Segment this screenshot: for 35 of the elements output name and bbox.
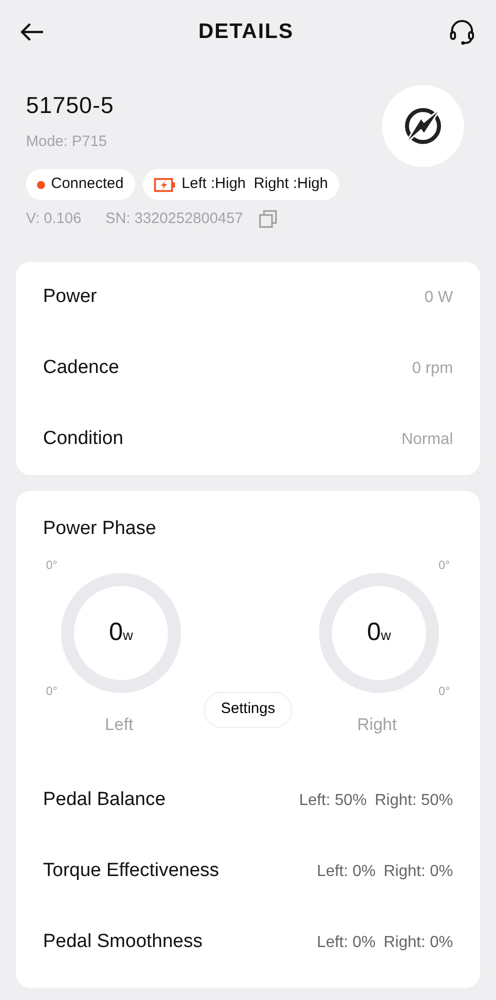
status-badge: Connected: [26, 169, 135, 200]
metric-label: Condition: [43, 427, 124, 452]
settings-button[interactable]: Settings: [204, 692, 292, 728]
metric-value: 0 rpm: [412, 358, 453, 378]
version-text: V: 0.106: [26, 209, 82, 229]
battery-icon: [154, 178, 176, 192]
stat-value: Right: 0%: [384, 932, 453, 952]
stat-value: Right: 0%: [384, 862, 453, 882]
back-icon[interactable]: [20, 22, 44, 42]
stat-label: Pedal Balance: [43, 788, 166, 812]
angle-label: 0°: [438, 682, 450, 700]
section-title: Power Phase: [42, 517, 158, 541]
pedal-label: Left: [104, 714, 134, 736]
pedal-label: Right: [357, 714, 397, 736]
ring-reading: 0w: [366, 620, 391, 645]
stat-value: Left: 0%: [316, 932, 376, 952]
metric-value: 0 W: [424, 288, 453, 308]
headset-icon[interactable]: [448, 18, 476, 46]
metric-value: Normal: [401, 430, 453, 450]
angle-label: 0°: [438, 556, 450, 574]
stat-label: Pedal Smoothness: [43, 930, 202, 954]
serial-number: SN: 3320252800457: [105, 209, 243, 229]
angle-label: 0°: [46, 556, 58, 574]
device-mode: Mode: P715: [26, 132, 108, 152]
metric-label: Power: [43, 285, 97, 310]
stat-value: Left: 0%: [316, 862, 376, 882]
page-title: DETAILS: [198, 19, 294, 46]
battery-badge: Left :High Right :High: [142, 169, 339, 200]
angle-label: 0°: [46, 682, 58, 700]
device-name: 51750-5: [26, 91, 115, 120]
stat-label: Torque Effectiveness: [43, 859, 220, 884]
stat-value: Right: 50%: [374, 790, 453, 810]
stat-value: Left: 50%: [299, 790, 367, 810]
metric-label: Cadence: [43, 356, 120, 380]
ring-reading: 0w: [108, 620, 134, 645]
